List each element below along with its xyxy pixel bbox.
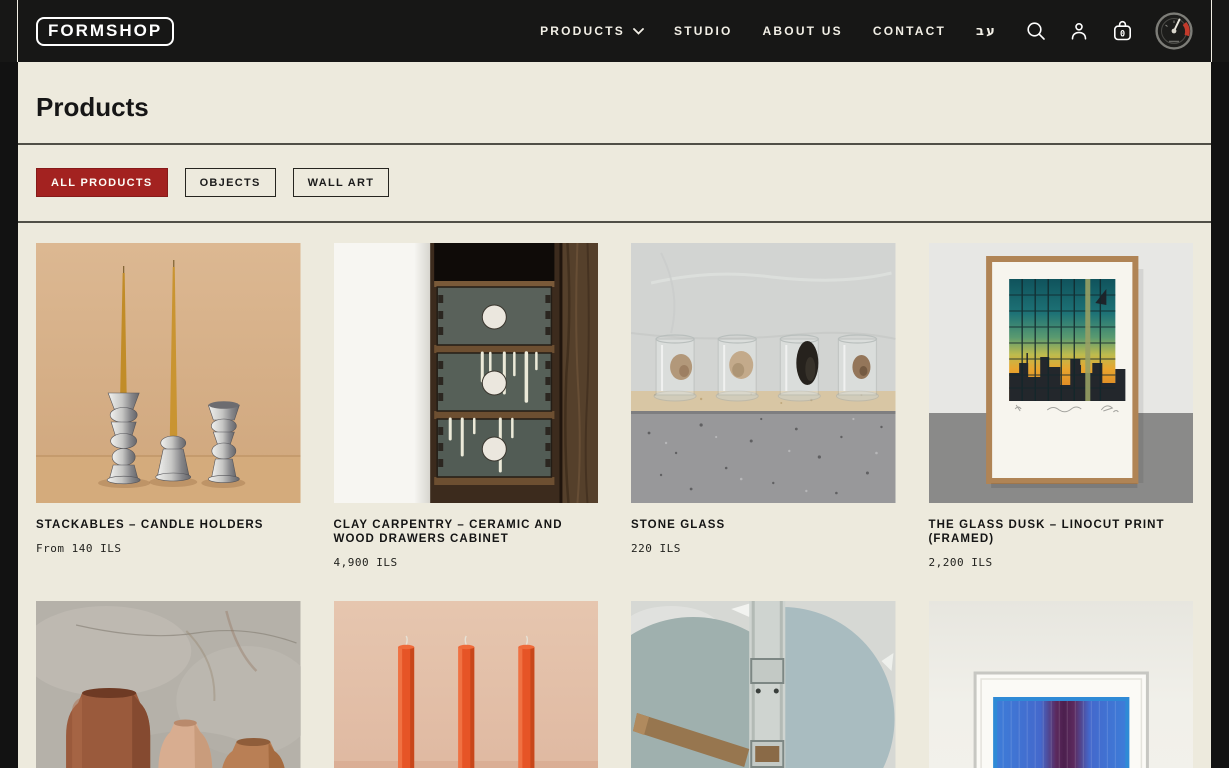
product-card-stone-glass[interactable]: STONE GLASS 220 ILS [631, 243, 896, 569]
product-image-stone-glass-cups [631, 243, 896, 503]
product-image-blue-gradient-framed-print [929, 601, 1194, 768]
page-title-section: Products [18, 62, 1211, 143]
filter-chips: ALL PRODUCTS OBJECTS WALL ART [18, 145, 1211, 221]
nav-item-about-us[interactable]: ABOUT US [763, 24, 843, 38]
product-price: 220 ILS [631, 542, 896, 555]
cart-bag-icon[interactable]: 0 [1111, 19, 1134, 43]
header-icons: 0 [1025, 12, 1193, 50]
search-icon[interactable] [1025, 20, 1047, 42]
nav-item-contact[interactable]: CONTACT [873, 24, 946, 38]
product-image-clay-wood-drawers-cabinet [334, 243, 599, 503]
header-container: FORMSHOP PRODUCTS STUDIO ABOUT US CONTAC… [17, 0, 1212, 62]
product-card-clay-carpentry[interactable]: CLAY CARPENTRY – CERAMIC AND WOOD DRAWER… [334, 243, 599, 569]
product-image-orange-taper-candles [334, 601, 599, 768]
product-card-glass-dusk[interactable]: THE GLASS DUSK – LINOCUT PRINT (FRAMED) … [929, 243, 1194, 569]
product-title: STONE GLASS [631, 519, 896, 533]
product-image-round-table-assemblage [631, 601, 896, 768]
product-title: STACKABLES – CANDLE HOLDERS [36, 519, 301, 533]
main-nav: PRODUCTS STUDIO ABOUT US CONTACT עב [540, 24, 997, 39]
filter-all-products[interactable]: ALL PRODUCTS [36, 168, 168, 197]
product-card-orange-candles[interactable] [334, 601, 599, 768]
nav-item-studio[interactable]: STUDIO [674, 24, 733, 38]
product-price: 2,200 ILS [929, 556, 1194, 569]
page-title: Products [36, 90, 1193, 124]
nav-item-products[interactable]: PRODUCTS [540, 24, 644, 38]
product-title: THE GLASS DUSK – LINOCUT PRINT (FRAMED) [929, 519, 1194, 547]
products-page: Products ALL PRODUCTS OBJECTS WALL ART [18, 62, 1211, 768]
product-card-blue-print[interactable] [929, 601, 1194, 768]
product-price: From 140 ILS [36, 542, 301, 555]
site-header: FORMSHOP PRODUCTS STUDIO ABOUT US CONTAC… [0, 0, 1229, 62]
chevron-down-icon [633, 28, 644, 35]
product-image-stackables-candle-holders [36, 243, 301, 503]
product-card-terracotta-vases[interactable] [36, 601, 301, 768]
language-toggle-hebrew[interactable]: עב [976, 24, 997, 39]
cart-count: 0 [1120, 29, 1125, 39]
filter-wall-art[interactable]: WALL ART [293, 168, 390, 197]
product-image-terracotta-vases [36, 601, 301, 768]
product-image-glass-dusk-framed-linocut [929, 243, 1194, 503]
product-card-table-assemblage[interactable] [631, 601, 896, 768]
product-card-stackables[interactable]: STACKABLES – CANDLE HOLDERS From 140 ILS [36, 243, 301, 569]
product-title: CLAY CARPENTRY – CERAMIC AND WOOD DRAWER… [334, 519, 599, 547]
formshop-logo[interactable]: FORMSHOP [36, 17, 174, 46]
filter-objects[interactable]: OBJECTS [185, 168, 276, 197]
account-user-icon[interactable] [1068, 20, 1090, 42]
product-grid: STACKABLES – CANDLE HOLDERS From 140 ILS [18, 223, 1211, 768]
speedometer-gauge-badge[interactable] [1155, 12, 1193, 50]
product-price: 4,900 ILS [334, 556, 599, 569]
